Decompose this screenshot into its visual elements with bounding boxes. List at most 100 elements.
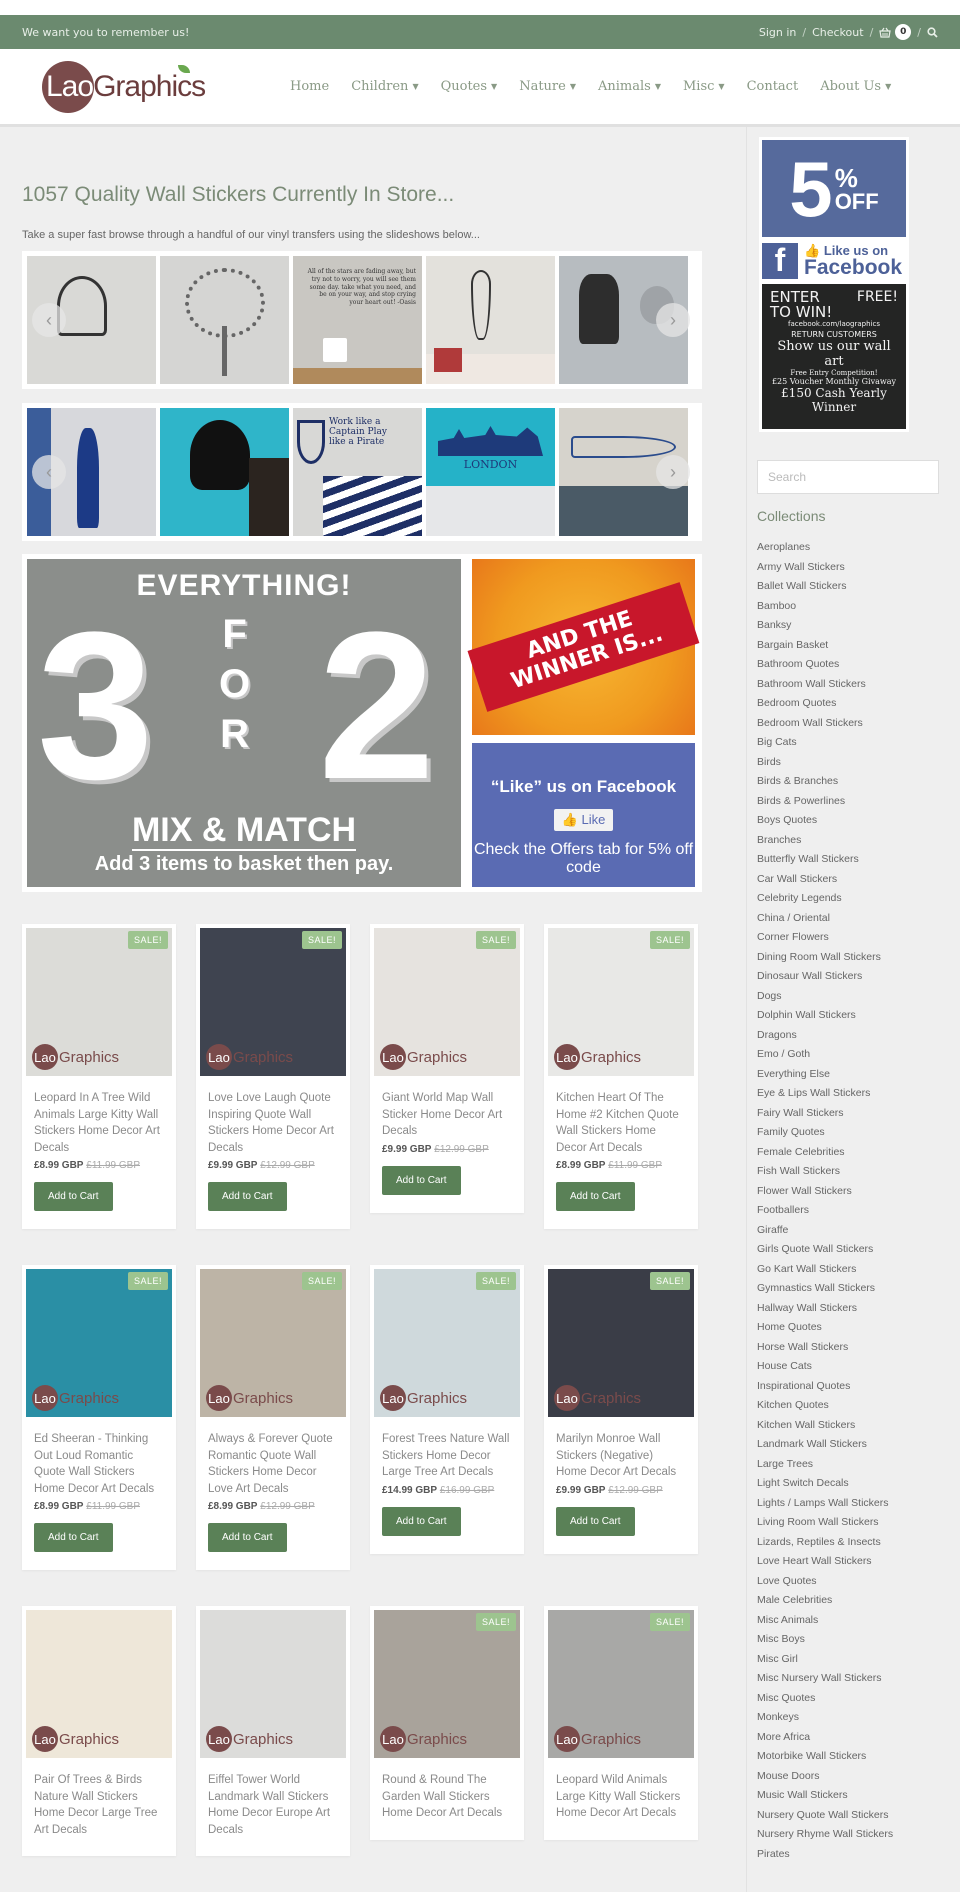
collection-link[interactable]: Aeroplanes bbox=[757, 538, 960, 558]
product-image[interactable]: SALE! Lao Graphics bbox=[374, 1610, 520, 1758]
slide-image[interactable] bbox=[160, 408, 289, 536]
collection-link[interactable]: Misc Girl bbox=[757, 1650, 960, 1670]
product-image[interactable]: SALE! Lao Graphics bbox=[374, 1269, 520, 1417]
collection-link[interactable]: Bathroom Quotes bbox=[757, 655, 960, 675]
collection-link[interactable]: Horse Wall Stickers bbox=[757, 1338, 960, 1358]
nav-item-misc[interactable]: Misc ▼ bbox=[683, 79, 725, 94]
collection-link[interactable]: Bargain Basket bbox=[757, 636, 960, 656]
product-image[interactable]: SALE! Lao Graphics bbox=[26, 928, 172, 1076]
product-title-link[interactable]: Pair Of Trees & Birds Nature Wall Sticke… bbox=[34, 1772, 164, 1838]
collection-link[interactable]: Kitchen Wall Stickers bbox=[757, 1416, 960, 1436]
sign-in-link[interactable]: Sign in bbox=[759, 26, 797, 39]
collection-link[interactable]: China / Oriental bbox=[757, 909, 960, 929]
collection-link[interactable]: Boys Quotes bbox=[757, 811, 960, 831]
collection-link[interactable]: Celebrity Legends bbox=[757, 889, 960, 909]
product-image[interactable]: SALE! Lao Graphics bbox=[548, 1610, 694, 1758]
collection-link[interactable]: Hallway Wall Stickers bbox=[757, 1299, 960, 1319]
collection-link[interactable]: Emo / Goth bbox=[757, 1045, 960, 1065]
collection-link[interactable]: Home Quotes bbox=[757, 1318, 960, 1338]
collection-link[interactable]: Birds bbox=[757, 753, 960, 773]
collection-link[interactable]: Misc Nursery Wall Stickers bbox=[757, 1669, 960, 1689]
collection-link[interactable]: Bathroom Wall Stickers bbox=[757, 675, 960, 695]
product-title-link[interactable]: Round & Round The Garden Wall Stickers H… bbox=[382, 1772, 512, 1822]
collection-link[interactable]: Branches bbox=[757, 831, 960, 851]
product-image[interactable]: SALE! Lao Graphics bbox=[548, 1269, 694, 1417]
product-title-link[interactable]: Love Love Laugh Quote Inspiring Quote Wa… bbox=[208, 1090, 338, 1156]
nav-item-nature[interactable]: Nature ▼ bbox=[519, 79, 576, 94]
collection-link[interactable]: More Africa bbox=[757, 1728, 960, 1748]
collection-link[interactable]: Dining Room Wall Stickers bbox=[757, 948, 960, 968]
nav-item-about-us[interactable]: About Us ▼ bbox=[820, 79, 891, 94]
collection-link[interactable]: Misc Animals bbox=[757, 1611, 960, 1631]
product-image[interactable]: SALE! Lao Graphics bbox=[548, 928, 694, 1076]
collection-link[interactable]: Car Wall Stickers bbox=[757, 870, 960, 890]
nav-item-home[interactable]: Home bbox=[290, 79, 329, 94]
collection-link[interactable]: Nursery Rhyme Wall Stickers bbox=[757, 1825, 960, 1845]
checkout-link[interactable]: Checkout bbox=[812, 26, 863, 39]
collection-link[interactable]: Butterfly Wall Stickers bbox=[757, 850, 960, 870]
collection-link[interactable]: Fish Wall Stickers bbox=[757, 1162, 960, 1182]
collection-link[interactable]: Male Celebrities bbox=[757, 1591, 960, 1611]
slide-image[interactable] bbox=[426, 256, 555, 384]
add-to-cart-button[interactable]: Add to Cart bbox=[34, 1523, 113, 1552]
collection-link[interactable]: Lizards, Reptiles & Insects bbox=[757, 1533, 960, 1553]
collection-link[interactable]: Light Switch Decals bbox=[757, 1474, 960, 1494]
product-title-link[interactable]: Leopard Wild Animals Large Kitty Wall St… bbox=[556, 1772, 686, 1822]
collection-link[interactable]: Flower Wall Stickers bbox=[757, 1182, 960, 1202]
product-title-link[interactable]: Ed Sheeran - Thinking Out Loud Romantic … bbox=[34, 1431, 164, 1497]
collection-link[interactable]: Big Cats bbox=[757, 733, 960, 753]
collection-link[interactable]: Motorbike Wall Stickers bbox=[757, 1747, 960, 1767]
slide-image[interactable]: All of the stars are fading away, but tr… bbox=[293, 256, 422, 384]
collection-link[interactable]: Giraffe bbox=[757, 1221, 960, 1241]
collection-link[interactable]: Inspirational Quotes bbox=[757, 1377, 960, 1397]
slide-image[interactable]: Work like a Captain Play like a Pirate bbox=[293, 408, 422, 536]
collection-link[interactable]: Pirates bbox=[757, 1845, 960, 1865]
three-for-two-banner[interactable]: EVERYTHING! 3 FOR 2 MIX & MATCH Add 3 it… bbox=[27, 559, 461, 887]
collection-link[interactable]: Everything Else bbox=[757, 1065, 960, 1085]
collection-link[interactable]: Bedroom Wall Stickers bbox=[757, 714, 960, 734]
collection-link[interactable]: Go Kart Wall Stickers bbox=[757, 1260, 960, 1280]
collection-link[interactable]: Landmark Wall Stickers bbox=[757, 1435, 960, 1455]
add-to-cart-button[interactable]: Add to Cart bbox=[34, 1182, 113, 1211]
slideshow-prev-button[interactable]: ‹ bbox=[32, 303, 66, 337]
collection-link[interactable]: Monkeys bbox=[757, 1708, 960, 1728]
collection-link[interactable]: Misc Quotes bbox=[757, 1689, 960, 1709]
nav-item-children[interactable]: Children ▼ bbox=[351, 79, 418, 94]
add-to-cart-button[interactable]: Add to Cart bbox=[556, 1182, 635, 1211]
sidebar-promo[interactable]: 5 % OFF f 👍 Like us on Facebook ENTER FREE… bbox=[759, 137, 909, 432]
product-title-link[interactable]: Eiffel Tower World Landmark Wall Sticker… bbox=[208, 1772, 338, 1838]
product-image[interactable]: Lao Graphics bbox=[200, 1610, 346, 1758]
slide-image[interactable] bbox=[160, 256, 289, 384]
search-input[interactable] bbox=[757, 460, 939, 494]
collection-link[interactable]: Music Wall Stickers bbox=[757, 1786, 960, 1806]
collection-link[interactable]: Army Wall Stickers bbox=[757, 558, 960, 578]
product-image[interactable]: SALE! Lao Graphics bbox=[200, 928, 346, 1076]
add-to-cart-button[interactable]: Add to Cart bbox=[382, 1506, 461, 1536]
collection-link[interactable]: Girls Quote Wall Stickers bbox=[757, 1240, 960, 1260]
collection-link[interactable]: Dogs bbox=[757, 987, 960, 1007]
cart-button[interactable]: 0 bbox=[879, 24, 912, 40]
collection-link[interactable]: Banksy bbox=[757, 616, 960, 636]
nav-item-contact[interactable]: Contact bbox=[747, 79, 799, 94]
slideshow-next-button[interactable]: › bbox=[656, 303, 690, 337]
collection-link[interactable]: Fairy Wall Stickers bbox=[757, 1104, 960, 1124]
product-image[interactable]: SALE! Lao Graphics bbox=[200, 1269, 346, 1417]
collection-link[interactable]: Corner Flowers bbox=[757, 928, 960, 948]
collection-link[interactable]: Dolphin Wall Stickers bbox=[757, 1006, 960, 1026]
slide-image[interactable]: LONDON bbox=[426, 408, 555, 536]
add-to-cart-button[interactable]: Add to Cart bbox=[556, 1506, 635, 1536]
collection-link[interactable]: Large Trees bbox=[757, 1455, 960, 1475]
collection-link[interactable]: Gymnastics Wall Stickers bbox=[757, 1279, 960, 1299]
slideshow-next-button[interactable]: › bbox=[656, 455, 690, 489]
collection-link[interactable]: Lights / Lamps Wall Stickers bbox=[757, 1494, 960, 1514]
winner-banner[interactable]: AND THE WINNER IS... bbox=[467, 559, 700, 735]
product-title-link[interactable]: Kitchen Heart Of The Home #2 Kitchen Quo… bbox=[556, 1090, 686, 1156]
facebook-like-button[interactable]: 👍 Like bbox=[553, 808, 614, 831]
collection-link[interactable]: Living Room Wall Stickers bbox=[757, 1513, 960, 1533]
collection-link[interactable]: Birds & Powerlines bbox=[757, 792, 960, 812]
collection-link[interactable]: Footballers bbox=[757, 1201, 960, 1221]
facebook-like-banner[interactable]: “Like” us on Facebook 👍 Like Check the O… bbox=[472, 742, 695, 887]
product-title-link[interactable]: Leopard In A Tree Wild Animals Large Kit… bbox=[34, 1090, 164, 1156]
collection-link[interactable]: Dragons bbox=[757, 1026, 960, 1046]
product-title-link[interactable]: Giant World Map Wall Sticker Home Decor … bbox=[382, 1090, 512, 1140]
